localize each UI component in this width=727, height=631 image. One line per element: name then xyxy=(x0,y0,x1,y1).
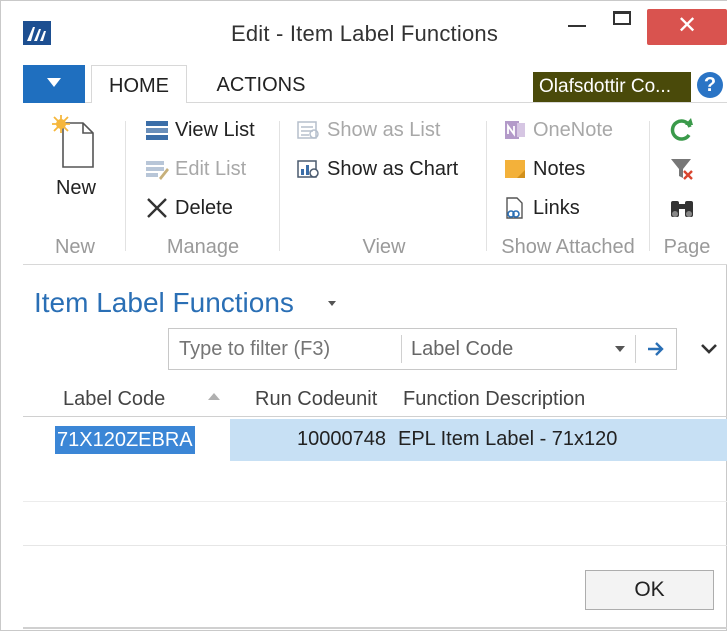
ribbon-group-label-page: Page xyxy=(663,236,711,258)
find-binoculars-icon[interactable] xyxy=(668,195,696,221)
dropdown-arrow-icon xyxy=(47,78,61,87)
ribbon-group-view: Show as List Show as Chart View xyxy=(281,103,487,265)
footer-divider xyxy=(23,545,727,546)
filter-divider xyxy=(401,335,402,363)
new-button[interactable]: New xyxy=(41,115,111,205)
page-title[interactable]: Item Label Functions xyxy=(34,287,294,319)
title-dropdown-icon[interactable] xyxy=(328,301,336,306)
column-header-function-description[interactable]: Function Description xyxy=(403,381,585,417)
delete-label: Delete xyxy=(175,197,233,219)
show-as-list-label: Show as List xyxy=(327,119,441,141)
window-bottom-edge xyxy=(23,627,727,629)
app-menu-button[interactable] xyxy=(23,65,85,103)
ribbon-tab-row: HOME ACTIONS Olafsdottir Co... ? xyxy=(23,65,727,104)
tab-home[interactable]: HOME xyxy=(91,65,187,104)
table-row[interactable]: 71X120ZEBRA 10000748 EPL Item Label - 71… xyxy=(23,419,727,461)
tab-actions[interactable]: ACTIONS xyxy=(206,65,316,104)
notes-label: Notes xyxy=(533,158,586,180)
title-bar: Edit - Item Label Functions ✕ xyxy=(1,1,727,65)
ribbon-group-new: New New xyxy=(23,103,127,265)
show-as-list-icon xyxy=(297,121,319,139)
edit-dialog-window: Edit - Item Label Functions ✕ HOME ACTIO… xyxy=(0,0,727,631)
ribbon-separator xyxy=(486,121,487,251)
ribbon-group-manage: View List Edit List Delete Manage xyxy=(127,103,279,265)
filter-field-dropdown-icon[interactable] xyxy=(615,346,625,352)
links-label: Links xyxy=(533,197,580,219)
filter-divider xyxy=(635,335,636,363)
company-badge[interactable]: Olafsdottir Co... xyxy=(533,72,691,102)
show-as-chart-icon xyxy=(297,160,319,178)
onenote-icon xyxy=(505,121,525,139)
ribbon-group-page: Page xyxy=(651,103,723,265)
refresh-icon[interactable] xyxy=(669,117,695,143)
filter-input[interactable] xyxy=(179,329,399,369)
view-list-label: View List xyxy=(175,119,255,141)
ribbon-group-label-show-attached: Show Attached xyxy=(501,236,635,258)
grid-header: Label Code Run Codeunit Function Descrip… xyxy=(23,381,727,417)
maximize-icon xyxy=(613,11,631,25)
edit-list-icon xyxy=(146,161,169,180)
function-description-cell[interactable]: EPL Item Label - 71x120 xyxy=(398,419,617,459)
ribbon-group-show-attached: OneNote Notes Links Show Attached xyxy=(489,103,647,265)
minimize-button[interactable] xyxy=(556,7,600,37)
clear-filter-icon[interactable] xyxy=(669,156,695,182)
ribbon-separator xyxy=(125,121,126,251)
ribbon-group-label-manage: Manage xyxy=(166,236,240,258)
ribbon-group-label-view: View xyxy=(362,236,406,258)
ribbon-separator xyxy=(279,121,280,251)
label-code-cell[interactable]: 71X120ZEBRA xyxy=(23,419,230,461)
show-as-chart-label: Show as Chart xyxy=(327,158,459,180)
new-button-label: New xyxy=(55,177,96,199)
maximize-button[interactable] xyxy=(599,7,643,37)
close-button[interactable]: ✕ xyxy=(647,9,727,45)
row-divider xyxy=(23,501,727,502)
filter-bar: Label Code xyxy=(168,328,677,370)
ok-button[interactable]: OK xyxy=(585,570,714,610)
links-icon xyxy=(506,197,523,219)
column-header-label-code[interactable]: Label Code xyxy=(63,381,165,417)
new-document-icon xyxy=(52,115,94,168)
notes-icon xyxy=(505,160,525,178)
close-icon: ✕ xyxy=(676,12,698,39)
ribbon: New New View List Edit List Delete Manag… xyxy=(23,103,727,265)
sort-ascending-icon xyxy=(208,393,220,400)
column-header-run-codeunit[interactable]: Run Codeunit xyxy=(255,381,377,417)
ribbon-separator xyxy=(649,121,650,251)
filter-field-select[interactable]: Label Code xyxy=(411,329,631,369)
label-code-value[interactable]: 71X120ZEBRA xyxy=(55,426,195,454)
onenote-label: OneNote xyxy=(533,119,614,141)
run-codeunit-cell[interactable]: 10000748 xyxy=(297,419,386,459)
apply-filter-arrow-icon[interactable] xyxy=(643,337,669,361)
chevron-down-icon[interactable] xyxy=(698,341,720,357)
edit-list-label: Edit List xyxy=(175,158,247,180)
view-list-icon xyxy=(146,121,168,140)
minimize-icon xyxy=(568,25,586,27)
delete-icon xyxy=(147,198,167,218)
help-icon[interactable]: ? xyxy=(697,72,723,98)
ribbon-group-label-new: New xyxy=(54,236,95,258)
